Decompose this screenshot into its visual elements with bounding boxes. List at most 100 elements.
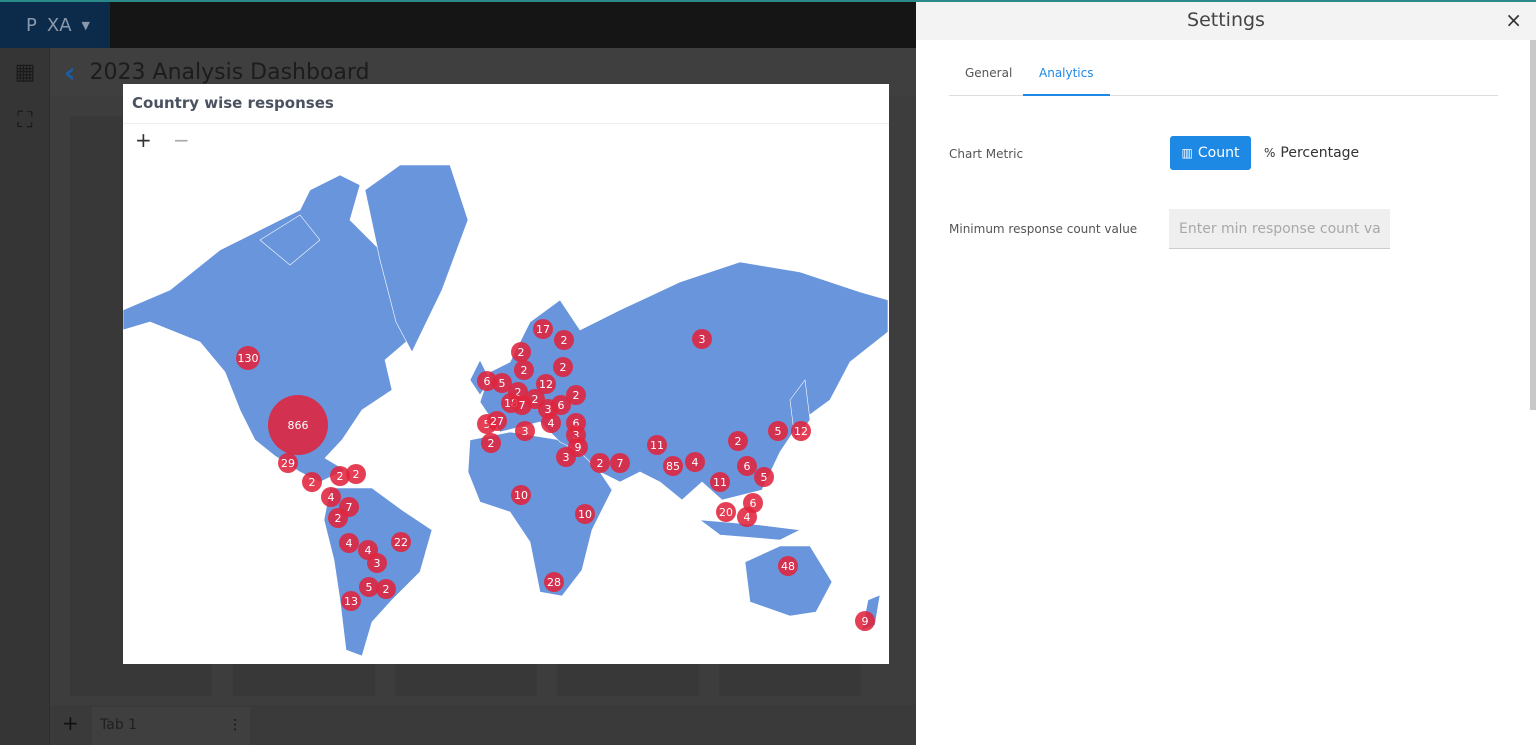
country-marker[interactable]: 3 [515,421,535,441]
country-marker[interactable]: 4 [339,533,359,553]
country-marker[interactable]: 17 [533,319,553,339]
marker-label: 4 [365,544,372,557]
marker-label: 11 [650,439,664,452]
country-marker[interactable]: 3 [367,553,387,573]
country-marker[interactable]: 4 [541,413,561,433]
country-marker[interactable]: 11 [647,435,667,455]
country-marker[interactable]: 4 [685,452,705,472]
country-marker[interactable]: 4 [321,487,341,507]
country-marker[interactable]: 22 [391,532,411,552]
marker-label: 10 [514,489,528,502]
country-marker[interactable]: 2 [554,330,574,350]
marker-label: 4 [548,417,555,430]
country-marker[interactable]: 2 [481,433,501,453]
country-marker[interactable]: 12 [791,421,811,441]
marker-label: 2 [383,583,390,596]
country-marker[interactable]: 866 [268,395,328,455]
marker-label: 9 [575,441,582,454]
marker-label: 10 [578,508,592,521]
marker-label: 3 [563,451,570,464]
country-marker[interactable]: 7 [512,395,532,415]
marker-label: 3 [699,333,706,346]
marker-label: 13 [344,595,358,608]
map-widget: Country wise responses + − 130 866 29 2 2 2 4 7… [123,84,889,664]
country-marker[interactable]: 5 [768,421,788,441]
country-marker[interactable]: 2 [302,472,322,492]
marker-label: 6 [558,399,565,412]
close-icon[interactable]: × [1505,8,1522,32]
add-tab-button[interactable]: + [62,711,79,735]
country-marker[interactable]: 130 [236,346,260,370]
back-chevron-icon[interactable]: ‹ [64,56,76,89]
country-marker[interactable]: 2 [728,431,748,451]
workspace-switcher[interactable]: P XA ▼ [0,2,110,48]
country-marker[interactable]: 5 [754,467,774,487]
country-marker[interactable]: 7 [610,453,630,473]
country-marker[interactable]: 4 [737,507,757,527]
country-marker[interactable]: 3 [556,447,576,467]
tab-1[interactable]: Tab 1 ⋮ [92,707,250,745]
marker-label: 2 [518,346,525,359]
country-marker[interactable]: 11 [710,472,730,492]
tab-label: Tab 1 [100,717,138,733]
country-marker[interactable]: 2 [514,360,534,380]
marker-label: 20 [719,506,733,519]
marker-label: 7 [617,457,624,470]
country-marker[interactable]: 85 [663,456,683,476]
tab-general[interactable]: General [965,66,1012,80]
marker-label: 3 [522,425,529,438]
marker-label: 17 [536,323,550,336]
count-button[interactable]: ▥ Count [1170,136,1251,170]
marker-label: 2 [337,470,344,483]
count-label: Count [1197,145,1240,161]
percentage-button[interactable]: % Percentage [1264,136,1359,170]
country-marker[interactable]: 20 [716,502,736,522]
country-marker[interactable]: 2 [566,385,586,405]
country-marker[interactable]: 2 [328,508,348,528]
country-marker[interactable]: 27 [487,411,507,431]
marker-label: 2 [573,389,580,402]
country-marker[interactable]: 2 [553,357,573,377]
marker-label: 2 [353,468,360,481]
country-marker[interactable]: 29 [278,453,298,473]
settings-panel: Settings × General Analytics Chart Metric… [916,0,1536,745]
scrollbar[interactable] [1530,40,1536,410]
country-marker[interactable]: 13 [341,591,361,611]
focus-icon[interactable]: ⛶ [0,96,50,144]
country-marker[interactable]: 5 [359,577,379,597]
marker-label: 7 [519,399,526,412]
country-marker[interactable]: 2 [511,342,531,362]
country-marker[interactable]: 10 [575,504,595,524]
country-marker[interactable]: 10 [511,485,531,505]
sidebar: ▦ ⛶ [0,48,50,745]
settings-title: Settings [1187,9,1265,31]
marker-label: 2 [335,512,342,525]
country-marker[interactable]: 28 [544,572,564,592]
marker-label: 7 [346,501,353,514]
country-marker[interactable]: 2 [590,453,610,473]
marker-label: 2 [488,437,495,450]
settings-tabs: General Analytics [949,56,1498,96]
country-marker[interactable]: 2 [376,579,396,599]
country-marker[interactable]: 48 [778,556,798,576]
min-count-input[interactable] [1169,209,1390,249]
marker-label: 3 [374,557,381,570]
tab-analytics[interactable]: Analytics [1023,66,1110,96]
more-vertical-icon[interactable]: ⋮ [228,717,242,733]
logo: P [26,14,37,36]
top-bar: P XA ▼ [0,0,916,48]
dashboard-icon[interactable]: ▦ [0,48,50,96]
marker-label: 48 [781,560,795,573]
country-marker[interactable]: 3 [692,329,712,349]
marker-label: 4 [328,491,335,504]
marker-label: 28 [547,576,561,589]
country-marker[interactable]: 2 [346,464,366,484]
world-map[interactable]: 130866292 22472443225 21317222 26 5 122218 7 3 6… [123,124,889,664]
page-title: 2023 Analysis Dashboard [89,59,370,85]
marker-label: 12 [539,378,553,391]
marker-label: 22 [394,536,408,549]
tab-bar: + Tab 1 ⋮ [50,705,916,745]
country-marker[interactable]: 6 [737,456,757,476]
marker-label: 2 [597,457,604,470]
country-marker[interactable]: 9 [855,611,875,631]
